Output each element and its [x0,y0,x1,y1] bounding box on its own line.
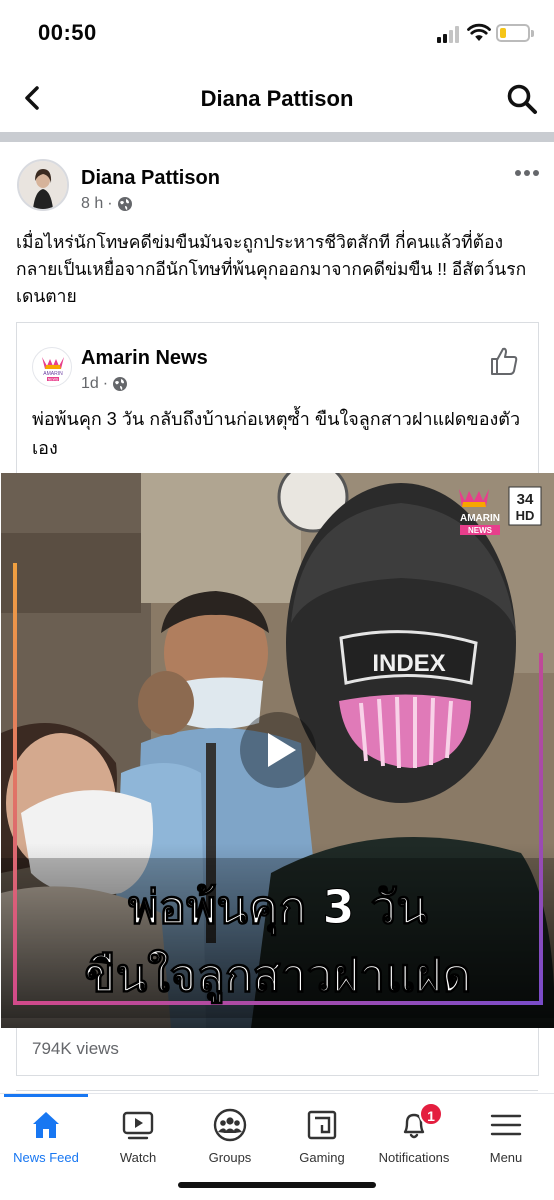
tab-label: Groups [208,1150,252,1165]
globe-icon [113,377,128,391]
tab-label: Watch [119,1150,157,1165]
tab-label: News Feed [13,1150,79,1165]
shared-meta: 1d · [81,375,128,393]
battery-tip [531,30,534,37]
svg-text:AMARIN: AMARIN [43,371,63,377]
battery-level [500,28,506,38]
shared-post-text: พ่อพ้นคุก 3 วัน กลับถึงบ้านก่อเหตุซ้ำ ขื… [32,409,521,458]
cellular-signal-icon [437,25,463,43]
svg-text:AMARIN: AMARIN [460,513,500,524]
meta-separator: · [102,375,109,392]
svg-text:34: 34 [517,491,534,508]
home-icon [33,1112,59,1138]
notification-badge: 1 [419,1102,443,1126]
status-time: 00:50 [38,20,97,45]
battery-icon [496,24,530,42]
header-divider [0,132,554,142]
search-icon[interactable] [505,82,539,116]
tab-label: Gaming [299,1150,345,1165]
video-thumbnail: INDEX พ่อพ้นคุก 3 วัน ขืนใจลูกสาวฝาแฝด A… [1,473,554,1028]
nav-bar: Diana Pattison [0,64,554,132]
amarin-logo[interactable]: AMARIN NEWS [32,347,72,387]
svg-text:NEWS: NEWS [468,526,493,535]
svg-text:NEWS: NEWS [48,377,59,381]
tab-menu[interactable]: Menu [460,1094,552,1174]
avatar[interactable] [17,159,69,211]
like-page-icon[interactable] [488,345,520,377]
wifi-icon [467,23,491,41]
section-divider [16,1090,538,1091]
post-author-name[interactable]: Diana Pattison [81,167,220,190]
shared-page-name[interactable]: Amarin News [81,347,208,370]
play-icon[interactable] [240,712,316,788]
post-time: 8 h [81,195,104,212]
more-options-icon[interactable] [514,168,540,178]
watch-icon [122,1111,154,1140]
svg-text:HD: HD [516,508,535,523]
globe-icon [117,197,132,211]
post-meta: 8 h · [81,195,133,213]
tab-label: Menu [489,1150,523,1165]
status-bar: 00:50 [0,0,554,64]
tab-news-feed[interactable]: News Feed [0,1094,92,1174]
svg-text:INDEX: INDEX [372,650,445,677]
video-overlay-line1: พ่อพ้นคุก 3 วัน [128,880,428,936]
gaming-icon [307,1110,337,1140]
tab-groups[interactable]: Groups [184,1094,276,1174]
video-player[interactable]: INDEX พ่อพ้นคุก 3 วัน ขืนใจลูกสาวฝาแฝด A… [1,473,554,1028]
page-title: Diana Pattison [200,86,354,111]
active-tab-indicator [4,1094,88,1097]
meta-separator: · [107,195,113,212]
home-indicator[interactable] [178,1182,376,1188]
view-count: 794K views [32,1039,119,1058]
tab-gaming[interactable]: Gaming [276,1094,368,1174]
tab-watch[interactable]: Watch [92,1094,184,1174]
shared-post-card[interactable]: AMARIN NEWS Amarin News 1d · พ่อพ้นคุก 3… [1,322,554,1076]
tab-notifications[interactable]: Notifications [368,1094,460,1174]
video-overlay-line2: ขืนใจลูกสาวฝาแฝด [84,948,471,1004]
groups-icon [213,1108,247,1142]
menu-icon [490,1114,522,1136]
tab-label: Notifications [378,1150,450,1165]
post-text: เมื่อไหร่นักโทษคดีข่มขืนมันจะถูกประหารชี… [16,232,527,306]
shared-time: 1d [81,375,99,392]
